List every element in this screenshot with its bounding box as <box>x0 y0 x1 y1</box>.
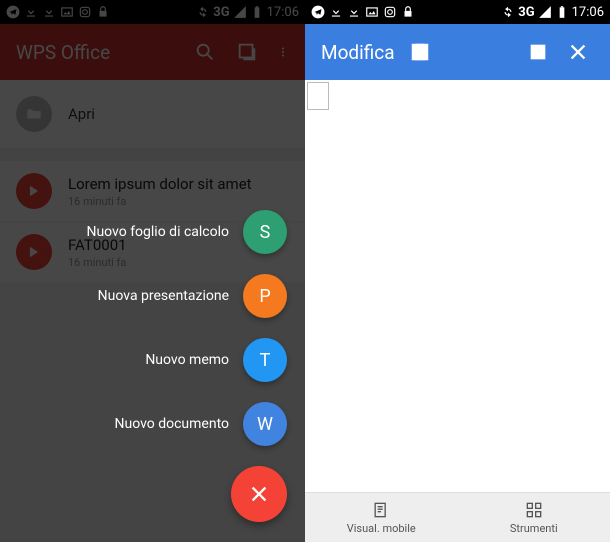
fab-item-presentation[interactable]: Nuova presentazione P <box>98 274 287 318</box>
network-label: 3G <box>518 5 534 20</box>
tools-icon <box>524 500 544 520</box>
clock: 17:06 <box>572 5 604 20</box>
status-icons-left <box>311 5 415 19</box>
battery-icon <box>555 5 569 19</box>
tools-button[interactable]: Strumenti <box>458 493 610 542</box>
fab-label: Nuova presentazione <box>98 288 229 304</box>
mobile-view-icon <box>371 500 391 520</box>
spreadsheet-icon: S <box>243 210 287 254</box>
edit-title: Modifica <box>317 41 400 64</box>
fab-overlay[interactable]: Nuovo foglio di calcolo S Nuova presenta… <box>0 0 305 542</box>
fab-item-document[interactable]: Nuovo documento W <box>114 402 287 446</box>
document-canvas[interactable] <box>305 80 610 492</box>
bottom-toolbar: Visual. mobile Strumenti <box>305 492 610 542</box>
close-icon <box>248 483 270 505</box>
fab-item-memo[interactable]: Nuovo memo T <box>145 338 287 382</box>
svg-text:1: 1 <box>535 48 541 59</box>
edit-header: Modifica 1 <box>305 24 610 80</box>
mobile-view-button[interactable]: Visual. mobile <box>305 493 458 542</box>
save-icon[interactable] <box>400 32 440 72</box>
fab-label: Nuovo foglio di calcolo <box>86 224 229 240</box>
telegram-icon <box>311 5 325 19</box>
image-icon <box>365 5 379 19</box>
status-icons-right: 3G 17:06 <box>501 5 604 20</box>
fab-close-button[interactable] <box>231 466 287 522</box>
signal-icon <box>538 5 552 19</box>
tools-label: Strumenti <box>510 522 558 535</box>
fab-label: Nuovo memo <box>145 352 229 368</box>
mobile-view-label: Visual. mobile <box>347 522 416 535</box>
status-bar: 3G 17:06 <box>305 0 610 24</box>
camera-icon <box>383 5 397 19</box>
close-icon[interactable] <box>558 32 598 72</box>
fab-label: Nuovo documento <box>114 416 229 432</box>
lock-icon <box>401 5 415 19</box>
presentation-icon: P <box>243 274 287 318</box>
memo-icon: T <box>243 338 287 382</box>
fab-item-spreadsheet[interactable]: Nuovo foglio di calcolo S <box>86 210 287 254</box>
download-icon <box>347 5 361 19</box>
download-icon <box>329 5 343 19</box>
page-count-icon[interactable]: 1 <box>518 32 558 72</box>
page-thumbnail[interactable] <box>307 82 329 110</box>
phone-right: 3G 17:06 Modifica 1 Visual. mobile Strum… <box>305 0 610 542</box>
document-icon: W <box>243 402 287 446</box>
sync-icon <box>501 5 515 19</box>
fab-menu: Nuovo foglio di calcolo S Nuova presenta… <box>86 210 287 522</box>
phone-left: 3G 17:06 WPS Office Apri Lorem ipsum dol… <box>0 0 305 542</box>
